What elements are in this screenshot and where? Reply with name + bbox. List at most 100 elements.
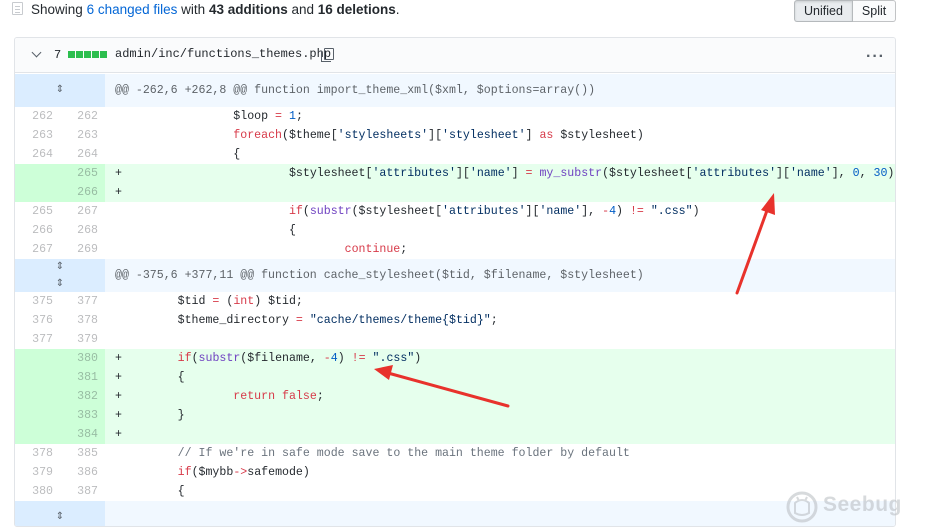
watermark-text: Seebug xyxy=(823,493,902,516)
new-line-number[interactable]: 382 xyxy=(60,387,105,406)
old-line-number[interactable] xyxy=(15,183,60,202)
file-header: 7 admin/inc/functions_themes.php ··· xyxy=(15,38,895,73)
unified-view-button[interactable]: Unified xyxy=(794,0,853,22)
unfold-icon[interactable]: ⇕ xyxy=(53,278,67,290)
old-line-number[interactable]: 376 xyxy=(15,311,60,330)
expand-bottom-row: ⇕ xyxy=(15,501,895,526)
clippy-icon[interactable] xyxy=(321,48,334,62)
diff-summary-bar: Showing 6 changed files with 43 addition… xyxy=(0,0,932,26)
diffstat-block xyxy=(76,51,83,58)
expand-bottom-filler xyxy=(105,501,895,526)
diffstat-block xyxy=(84,51,91,58)
diff-line: 266 268 { xyxy=(15,221,895,240)
new-line-number[interactable]: 264 xyxy=(60,145,105,164)
new-line-number[interactable]: 268 xyxy=(60,221,105,240)
code-line: $loop = 1; xyxy=(105,107,895,126)
code-text: foreach($theme['stylesheets']['styleshee… xyxy=(233,129,644,142)
code-text: $loop = 1; xyxy=(121,110,303,123)
new-line-number[interactable]: 378 xyxy=(60,311,105,330)
code-line: + xyxy=(105,183,895,202)
new-line-number[interactable]: 379 xyxy=(60,330,105,349)
kebab-horizontal-icon[interactable]: ··· xyxy=(866,48,885,66)
code-line: + { xyxy=(105,368,895,387)
code-text: $tid = (int) $tid; xyxy=(121,295,303,308)
old-line-number[interactable]: 264 xyxy=(15,145,60,164)
seebug-logo-icon xyxy=(786,491,818,523)
old-line-number[interactable]: 377 xyxy=(15,330,60,349)
code-line: + xyxy=(105,425,895,444)
diff-sign: + xyxy=(115,167,122,180)
diff-line-addition: 383 + } xyxy=(15,406,895,425)
unfold-icon[interactable]: ⇕ xyxy=(53,84,67,96)
old-line-number[interactable] xyxy=(15,349,60,368)
diff-line-addition: 380 + if(substr($filename, -4) != ".css"… xyxy=(15,349,895,368)
old-line-number[interactable]: 266 xyxy=(15,221,60,240)
code-text: // If we're in safe mode save to the mai… xyxy=(177,447,630,460)
expand-cell[interactable]: ⇕ ⇕ xyxy=(15,259,105,292)
unfold-icon[interactable]: ⇕ xyxy=(53,261,67,273)
old-line-number[interactable]: 379 xyxy=(15,463,60,482)
new-line-number[interactable]: 269 xyxy=(60,240,105,259)
summary-and: and xyxy=(291,2,314,17)
old-line-number[interactable] xyxy=(15,164,60,183)
code-text: if(substr($filename, -4) != ".css") xyxy=(177,352,422,365)
new-line-number[interactable]: 387 xyxy=(60,482,105,501)
new-line-number[interactable]: 267 xyxy=(60,202,105,221)
diff-line-addition: 381 + { xyxy=(15,368,895,387)
code-text: } xyxy=(121,409,185,422)
new-line-number[interactable]: 381 xyxy=(60,368,105,387)
diff-view-toggle: Unified Split xyxy=(794,0,897,22)
new-line-number[interactable]: 265 xyxy=(60,164,105,183)
old-line-number[interactable] xyxy=(15,387,60,406)
diffstat-bar xyxy=(68,51,107,58)
old-line-number[interactable] xyxy=(15,368,60,387)
old-line-number[interactable] xyxy=(15,425,60,444)
new-line-number[interactable]: 266 xyxy=(60,183,105,202)
old-line-number[interactable]: 263 xyxy=(15,126,60,145)
diff-sign: + xyxy=(115,352,122,365)
old-line-number[interactable]: 267 xyxy=(15,240,60,259)
hunk-header: @@ -262,6 +262,8 @@ function import_them… xyxy=(105,74,895,107)
hunk-header-row: ⇕ @@ -262,6 +262,8 @@ function import_th… xyxy=(15,74,895,107)
file-path-link[interactable]: admin/inc/functions_themes.php xyxy=(115,47,331,61)
code-text: { xyxy=(121,371,185,384)
old-line-number[interactable]: 378 xyxy=(15,444,60,463)
diff-summary: Showing 6 changed files with 43 addition… xyxy=(31,2,400,17)
old-line-number[interactable]: 265 xyxy=(15,202,60,221)
diff-line: 380 387 { xyxy=(15,482,895,501)
new-line-number[interactable]: 383 xyxy=(60,406,105,425)
diff-sign: + xyxy=(115,390,122,403)
diff-line: 267 269 continue; xyxy=(15,240,895,259)
additions-count: 43 additions xyxy=(208,2,288,17)
new-line-number[interactable]: 384 xyxy=(60,425,105,444)
diffstat-block xyxy=(92,51,99,58)
diff-sign: + xyxy=(115,428,122,441)
file-changes-count: 7 xyxy=(54,48,62,62)
diff-line: 262 262 $loop = 1; xyxy=(15,107,895,126)
unfold-icon[interactable]: ⇕ xyxy=(53,511,67,523)
split-view-button[interactable]: Split xyxy=(852,0,897,22)
changed-files-link[interactable]: 6 changed files xyxy=(87,2,178,17)
summary-prefix: Showing xyxy=(31,2,83,17)
expand-cell[interactable]: ⇕ xyxy=(15,501,105,526)
chevron-down-icon[interactable] xyxy=(31,47,42,58)
code-text: $theme_directory = "cache/themes/theme{$… xyxy=(121,314,498,327)
code-line: { xyxy=(105,145,895,164)
expand-cell[interactable]: ⇕ xyxy=(15,74,105,107)
new-line-number[interactable]: 377 xyxy=(60,292,105,311)
old-line-number[interactable]: 380 xyxy=(15,482,60,501)
diffstat-block xyxy=(100,51,107,58)
new-line-number[interactable]: 262 xyxy=(60,107,105,126)
new-line-number[interactable]: 386 xyxy=(60,463,105,482)
new-line-number[interactable]: 380 xyxy=(60,349,105,368)
diff-sign xyxy=(115,129,122,142)
old-line-number[interactable] xyxy=(15,406,60,425)
old-line-number[interactable]: 262 xyxy=(15,107,60,126)
diff-sign xyxy=(115,148,122,161)
new-line-number[interactable]: 263 xyxy=(60,126,105,145)
diff-line: 377 379 xyxy=(15,330,895,349)
old-line-number[interactable]: 375 xyxy=(15,292,60,311)
file-diff: 7 admin/inc/functions_themes.php ··· ⇕ @… xyxy=(14,37,896,527)
code-line: if($mybb->safemode) xyxy=(105,463,895,482)
new-line-number[interactable]: 385 xyxy=(60,444,105,463)
